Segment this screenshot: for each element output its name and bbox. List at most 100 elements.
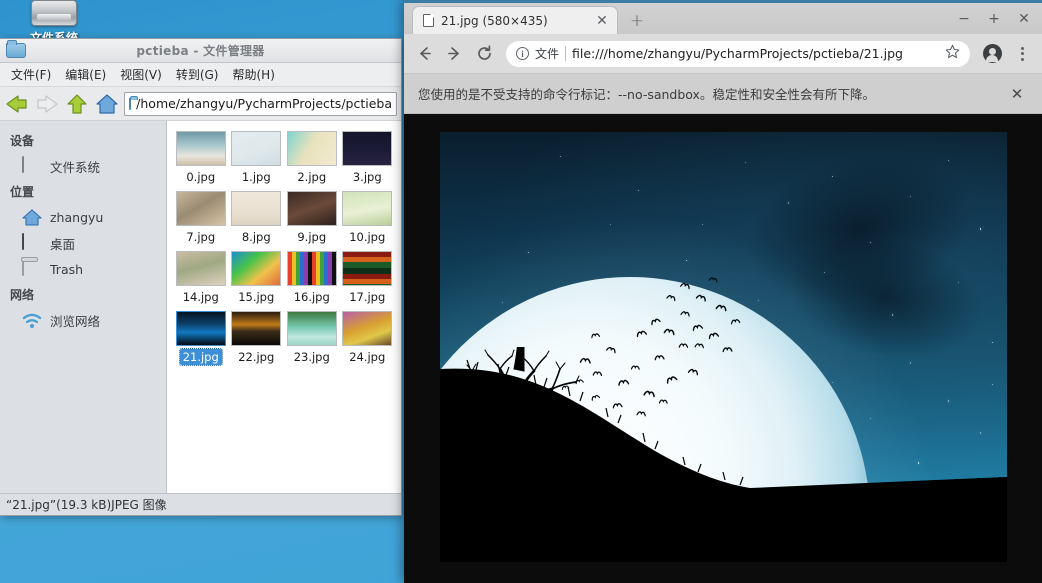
- network-icon: [22, 311, 42, 329]
- tree-with-tire-swing: [454, 347, 584, 467]
- file-name: 16.jpg: [291, 289, 333, 305]
- menu-view[interactable]: 视图(V): [113, 63, 169, 86]
- file-item[interactable]: 22.jpg: [229, 309, 285, 365]
- file-thumbnail: [287, 131, 337, 166]
- bird: [663, 327, 674, 336]
- file-item[interactable]: 3.jpg: [340, 129, 396, 185]
- file-item[interactable]: 16.jpg: [284, 249, 340, 305]
- tab-strip: 21.jpg (580×435) ✕ + − + ✕: [404, 0, 1042, 34]
- people-silhouette: [628, 450, 688, 520]
- path-input[interactable]: /home/zhangyu/PycharmProjects/pctieba: [124, 92, 397, 116]
- file-manager-body: 设备 文件系统 位置 zhangyu 桌面 Trash 网络 浏览网络 0.jp…: [0, 121, 401, 493]
- sidebar-item-filesystem[interactable]: 文件系统: [0, 153, 166, 179]
- file-item[interactable]: 15.jpg: [229, 249, 285, 305]
- trash-icon: [22, 260, 42, 278]
- image-viewer[interactable]: [404, 114, 1042, 583]
- file-name: 2.jpg: [294, 169, 329, 185]
- file-manager-statusbar: “21.jpg”(19.3 kB)JPEG 图像: [0, 493, 401, 515]
- sidebar-heading-places: 位置: [0, 179, 166, 204]
- sidebar-item-browse-network[interactable]: 浏览网络: [0, 307, 166, 333]
- sidebar-item-desktop[interactable]: 桌面: [0, 230, 166, 256]
- profile-button[interactable]: [978, 40, 1006, 68]
- forward-arrow-icon: [34, 92, 60, 116]
- desktop-icon: [22, 234, 42, 252]
- menu-go[interactable]: 转到(G): [169, 63, 226, 86]
- file-manager-sidebar: 设备 文件系统 位置 zhangyu 桌面 Trash 网络 浏览网络: [0, 121, 167, 493]
- hard-drive-icon: [31, 0, 77, 26]
- bird: [680, 310, 690, 318]
- back-icon[interactable]: [410, 40, 438, 68]
- file-item[interactable]: 17.jpg: [340, 249, 396, 305]
- sidebar-item-zhangyu[interactable]: zhangyu: [0, 204, 166, 230]
- file-thumbnail: [231, 191, 281, 226]
- url-text: file:///home/zhangyu/PycharmProjects/pct…: [572, 46, 939, 61]
- file-thumbnail: [342, 311, 392, 346]
- file-item[interactable]: 7.jpg: [173, 189, 229, 245]
- file-item[interactable]: 23.jpg: [284, 309, 340, 365]
- bird: [666, 293, 676, 301]
- file-item[interactable]: 1.jpg: [229, 129, 285, 185]
- sidebar-item-label: zhangyu: [50, 210, 103, 225]
- sidebar-item-label: 桌面: [50, 234, 75, 253]
- page-icon: [423, 14, 434, 27]
- file-name: 15.jpg: [235, 289, 277, 305]
- file-list-area[interactable]: 0.jpg 1.jpg 2.jpg 3.jpg 7.jpg 8.jpg 9.jpg 10.jp…: [167, 121, 401, 493]
- file-thumbnail: [231, 251, 281, 286]
- home-icon[interactable]: [94, 92, 120, 116]
- file-item[interactable]: 24.jpg: [340, 309, 396, 365]
- star-icon[interactable]: [945, 44, 960, 63]
- new-tab-button[interactable]: +: [628, 12, 646, 30]
- file-item[interactable]: 14.jpg: [173, 249, 229, 305]
- file-thumbnail: [231, 311, 281, 346]
- file-name: 9.jpg: [294, 229, 329, 245]
- reload-icon[interactable]: [470, 40, 498, 68]
- back-arrow-icon[interactable]: [4, 92, 30, 116]
- file-name: 23.jpg: [291, 349, 333, 365]
- browser-window[interactable]: 21.jpg (580×435) ✕ + − + ✕ i 文件 file:///…: [404, 0, 1042, 583]
- file-item[interactable]: 8.jpg: [229, 189, 285, 245]
- status-text: “21.jpg”(19.3 kB)JPEG 图像: [6, 496, 167, 513]
- viewed-image[interactable]: [440, 132, 1007, 562]
- menu-help[interactable]: 帮助(H): [225, 63, 281, 86]
- tab-close-icon[interactable]: ✕: [593, 12, 611, 30]
- browser-menu-button[interactable]: [1008, 40, 1036, 68]
- drive-icon: [22, 157, 42, 175]
- file-thumbnail: [176, 251, 226, 286]
- forward-icon[interactable]: [440, 40, 468, 68]
- file-thumbnail: [342, 131, 392, 166]
- sidebar-item-trash[interactable]: Trash: [0, 256, 166, 282]
- minimize-button[interactable]: −: [950, 8, 978, 30]
- browser-toolbar: i 文件 file:///home/zhangyu/PycharmProject…: [404, 34, 1042, 74]
- bird: [730, 318, 739, 325]
- file-thumbnail: [176, 131, 226, 166]
- file-thumbnail: [176, 311, 226, 346]
- infobar-close-icon[interactable]: ✕: [1006, 83, 1028, 105]
- file-manager-title: pctieba - 文件管理器: [0, 42, 401, 59]
- file-manager-window[interactable]: pctieba - 文件管理器 文件(F) 编辑(E) 视图(V) 转到(G) …: [0, 38, 402, 516]
- tab-21jpg[interactable]: 21.jpg (580×435) ✕: [412, 6, 618, 34]
- home-icon: [22, 208, 42, 226]
- address-bar[interactable]: i 文件 file:///home/zhangyu/PycharmProject…: [506, 41, 970, 67]
- file-item[interactable]: 10.jpg: [340, 189, 396, 245]
- maximize-button[interactable]: +: [980, 8, 1008, 30]
- bird: [707, 331, 718, 340]
- file-manager-toolbar: /home/zhangyu/PycharmProjects/pctieba: [0, 87, 401, 121]
- bird: [695, 293, 706, 302]
- kebab-menu-icon: [1021, 47, 1024, 61]
- menu-file[interactable]: 文件(F): [4, 63, 58, 86]
- up-arrow-icon[interactable]: [64, 92, 90, 116]
- file-item[interactable]: 2.jpg: [284, 129, 340, 185]
- file-item[interactable]: 9.jpg: [284, 189, 340, 245]
- sidebar-item-label: 文件系统: [50, 157, 100, 176]
- file-name: 21.jpg: [180, 349, 222, 365]
- file-item[interactable]: 21.jpg: [173, 309, 229, 365]
- close-button[interactable]: ✕: [1010, 8, 1038, 30]
- path-folder-icon: [129, 98, 131, 110]
- file-thumbnail: [231, 131, 281, 166]
- file-name: 8.jpg: [239, 229, 274, 245]
- omnibox-divider: [565, 46, 566, 61]
- file-item[interactable]: 0.jpg: [173, 129, 229, 185]
- menu-edit[interactable]: 编辑(E): [58, 63, 113, 86]
- info-icon[interactable]: i: [516, 47, 529, 60]
- sidebar-heading-devices: 设备: [0, 128, 166, 153]
